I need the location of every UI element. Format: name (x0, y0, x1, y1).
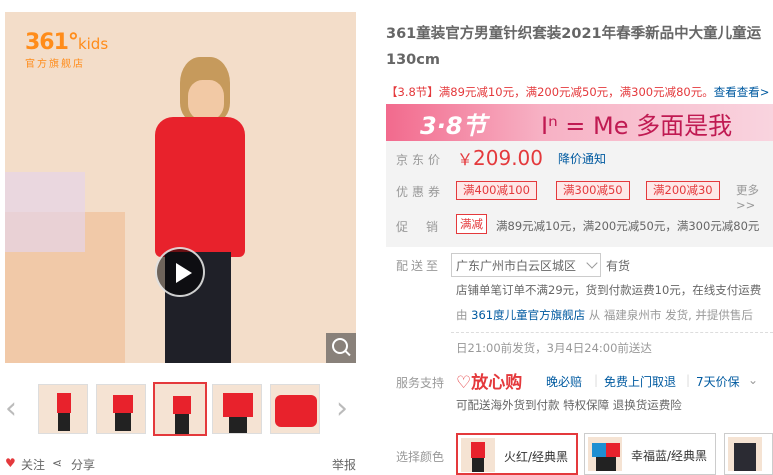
thumbnail-strip: ‹ › (5, 382, 356, 438)
share-link[interactable]: 分享 (71, 456, 95, 473)
swatch-figure (596, 457, 616, 471)
report-link[interactable]: 举报 (332, 456, 356, 473)
share-icon[interactable]: ⋖ (52, 456, 62, 470)
thumbnail[interactable] (270, 384, 320, 434)
swatch-figure (592, 443, 606, 457)
thumbnail[interactable] (96, 384, 146, 434)
thumb-figure (57, 393, 71, 413)
product-info: 361童装官方男童针织套装2021年春季新品中大童儿童运 130cm 【3.8节… (386, 0, 773, 475)
price-box: 京东价 ￥209.00 降价通知 优惠券 满400减100 满300减50 满2… (386, 141, 773, 247)
thumb-figure (275, 395, 317, 427)
promotion-text: 满89元减10元，满200元减50元，满300元减80元 (496, 219, 760, 233)
promo-text: 满89元减10元，满200元减50元，满300元减80元。 (438, 85, 714, 99)
color-swatch (461, 438, 495, 472)
thumb-figure (229, 417, 247, 433)
thumbnail[interactable] (212, 384, 262, 434)
promo-line: 【3.8节】满89元减10元，满200元减50元，满300元减80元。查看查看> (386, 84, 769, 100)
fangxingou-badge[interactable]: ♡放心购 (456, 368, 522, 393)
service-item-price-protect[interactable]: 7天价保 (696, 373, 740, 390)
thumb-figure (115, 413, 131, 431)
coupon-more-link[interactable]: 更多>> (736, 182, 773, 212)
service-divider: | (594, 373, 599, 387)
zoom-icon[interactable] (326, 333, 356, 363)
service-sub: 可配送海外货到付款 特权保障 退换货运费险 (456, 398, 682, 412)
festival-label: 3·8节 (420, 112, 487, 140)
banner-slogan: Iⁿ = Me 多面是我 (541, 112, 733, 140)
heart-icon[interactable]: ♥ (5, 456, 16, 470)
follow-link[interactable]: 关注 (21, 456, 45, 473)
promotion-tag: 满减 (456, 214, 487, 234)
color-label: 选择颜色 (396, 450, 445, 464)
thumb-figure (175, 414, 189, 434)
color-swatch (588, 437, 622, 471)
swatch-figure (472, 458, 484, 472)
shipping-note: 店铺单笔订单不满29元，货到付款运费10元，在线支付运费 (456, 283, 762, 297)
divider (451, 332, 773, 333)
thumb-figure (173, 396, 191, 414)
swatch-figure (606, 443, 620, 457)
service-item-late-comp[interactable]: 晚必赔 (546, 373, 582, 390)
color-swatch (728, 437, 762, 471)
gallery-actions: ♥ 关注 ⋖ 分享 举报 (5, 456, 356, 472)
play-video-button[interactable] (155, 247, 205, 297)
color-option-selected[interactable]: 火红/经典黑 (456, 433, 578, 475)
price-label: 京东价 (396, 153, 445, 167)
price-value: ￥209.00 (457, 146, 543, 170)
backdrop-card (5, 172, 85, 252)
swatch-figure (734, 443, 756, 471)
region-value: 广东广州市白云区城区 (456, 259, 577, 273)
next-thumbnail-arrow[interactable]: › (336, 394, 356, 424)
brand-logo: 361°kids 官方旗舰店 (25, 30, 109, 70)
coupon-2[interactable]: 满300减50 (556, 181, 630, 200)
main-product-image[interactable]: 361°kids 官方旗舰店 (5, 12, 356, 363)
color-option[interactable]: 幸福蓝/经典黑 (584, 433, 716, 475)
promo-link[interactable]: 查看查看> (714, 85, 770, 99)
thumbnail[interactable] (38, 384, 88, 434)
coupon-label: 优惠券 (396, 185, 445, 199)
chevron-down-icon[interactable]: ⌄ (748, 373, 758, 387)
dispatch-info: 日21:00前发货，3月4日24:00前送达 (456, 341, 652, 355)
shipping-label: 配送至 (396, 259, 442, 273)
coupon-3[interactable]: 满200减30 (646, 181, 720, 200)
region-select[interactable]: 广东广州市白云区城区 (451, 253, 601, 277)
seller-info: 由 361度儿童官方旗舰店 从 福建泉州市 发货, 并提供售后 (456, 308, 753, 322)
service-item-free-pickup[interactable]: 免费上门取退 (604, 373, 676, 390)
coupon-1[interactable]: 满400减100 (456, 181, 537, 200)
promo-tag: 【3.8节】 (386, 85, 439, 99)
thumb-figure (223, 393, 253, 417)
model-sweater (155, 117, 245, 257)
model-face (188, 80, 224, 120)
thumbnail-active[interactable] (153, 382, 207, 436)
service-divider: | (686, 373, 691, 387)
product-title-size: 130cm (386, 52, 440, 68)
stock-status: 有货 (606, 259, 631, 273)
price-notice-link[interactable]: 降价通知 (558, 150, 606, 167)
seller-link[interactable]: 361度儿童官方旗舰店 (471, 308, 585, 322)
promotion-label: 促销 (396, 220, 457, 234)
swatch-figure (471, 442, 485, 458)
service-label: 服务支持 (396, 376, 445, 390)
thumb-figure (58, 413, 70, 431)
product-title: 361童装官方男童针织套装2021年春季新品中大童儿童运 (386, 26, 762, 42)
thumb-figure (113, 395, 133, 413)
prev-thumbnail-arrow[interactable]: ‹ (5, 394, 25, 424)
color-option[interactable] (724, 433, 773, 475)
promo-banner[interactable]: 3·8节 Iⁿ = Me 多面是我 (386, 104, 773, 141)
chevron-down-icon (586, 257, 598, 269)
